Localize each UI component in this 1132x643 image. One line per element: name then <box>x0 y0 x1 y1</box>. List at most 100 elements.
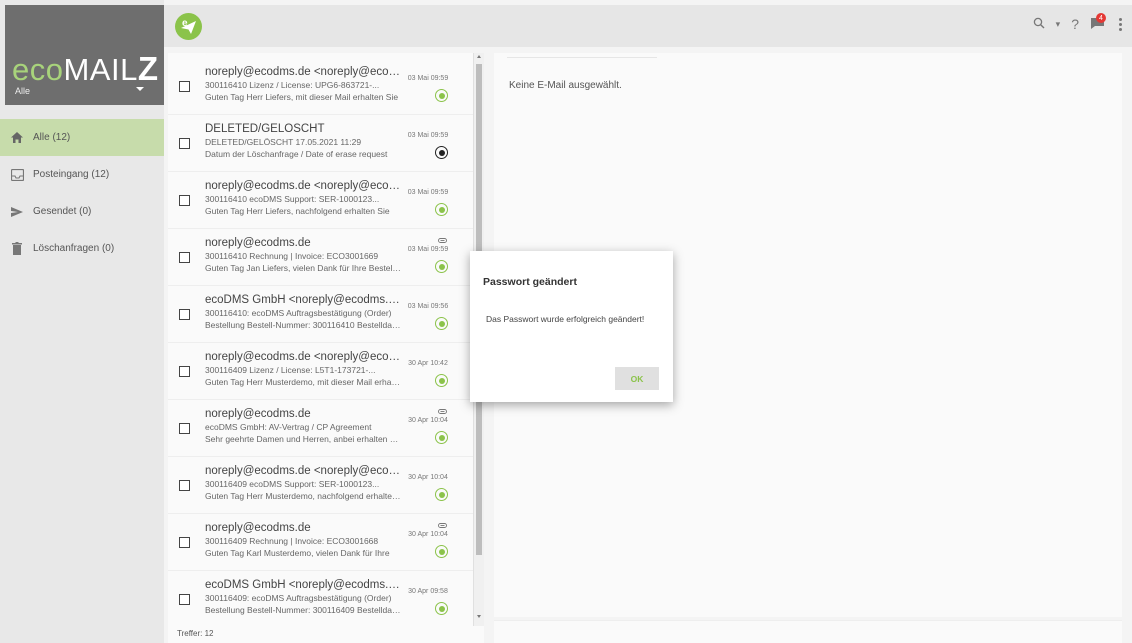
mail-date: 30 Apr 10:42 <box>408 360 448 367</box>
mail-list-item[interactable]: ecoDMS GmbH <noreply@ecodms.de> 300116409… <box>168 566 473 626</box>
mail-sender: noreply@ecodms.de <box>205 408 311 420</box>
home-icon <box>10 131 24 145</box>
ok-button[interactable]: OK <box>615 367 659 390</box>
mail-list-item[interactable]: noreply@ecodms.de 300116410 Rechnung | In… <box>168 224 473 286</box>
hit-count: Treffer: 12 <box>168 626 484 643</box>
mail-subject: 300116409: ecoDMS Auftragsbestätigung (O… <box>205 593 392 603</box>
mail-sender: noreply@ecodms.de <box>205 237 311 249</box>
mail-preview: Guten Tag Herr Liefers, nachfolgend erha… <box>205 206 390 216</box>
mail-subject: DELETED/GELÖSCHT 17.05.2021 11:29 <box>205 137 362 147</box>
mail-status-icon[interactable] <box>435 374 448 387</box>
top-actions: ▾ ? 4 <box>1033 13 1122 32</box>
mail-subject: 300116410 Lizenz / License: UPG6-863721-… <box>205 80 380 90</box>
mail-preview: Guten Tag Herr Liefers, mit dieser Mail … <box>205 92 399 102</box>
empty-detail-message: Keine E-Mail ausgewählt. <box>509 80 622 91</box>
search-icon[interactable] <box>1033 16 1045 32</box>
password-changed-dialog: Passwort geändert Das Passwort wurde erf… <box>470 251 673 402</box>
send-icon <box>10 205 24 219</box>
mail-date: 03 Mai 09:59 <box>407 132 449 139</box>
mail-status-icon[interactable] <box>435 317 448 330</box>
scroll-down-icon[interactable] <box>477 615 481 618</box>
filter-selector-label: Alle <box>15 86 31 96</box>
sidebar-item-label: Gesendet (0) <box>33 206 92 217</box>
mail-list-item[interactable]: noreply@ecodms.de <noreply@ecodms.de> 300… <box>168 452 473 514</box>
mail-list-item[interactable]: noreply@ecodms.de <noreply@ecodms.de> 300… <box>168 53 473 115</box>
mail-status-icon[interactable] <box>435 488 448 501</box>
mail-status-icon[interactable] <box>435 602 448 615</box>
mail-status-icon[interactable] <box>435 89 448 102</box>
brand-logo-box[interactable]: ecoMAILZ Alle <box>5 5 164 105</box>
mail-date: 03 Mai 09:59 <box>407 75 449 82</box>
mail-select-checkbox[interactable] <box>179 195 190 206</box>
mail-preview: Guten Tag Herr Musterdemo, nachfolgend e… <box>205 491 401 501</box>
detail-footer <box>494 620 1122 643</box>
mail-list-item[interactable]: ecoDMS GmbH <noreply@ecodms.de> 300116410… <box>168 281 473 343</box>
mail-list-item[interactable]: DELETED/GELÖSCHT DELETED/GELÖSCHT 17.05.2… <box>168 110 473 172</box>
dropdown-caret-icon[interactable]: ▾ <box>1056 19 1061 30</box>
mail-select-checkbox[interactable] <box>179 81 190 92</box>
more-vert-icon[interactable] <box>1119 17 1122 31</box>
mail-date: 30 Apr 09:58 <box>408 588 448 595</box>
trash-icon <box>10 242 24 256</box>
sidebar-item-alle[interactable]: Alle (12) <box>0 119 164 156</box>
sidebar-item-gesendet[interactable]: Gesendet (0) <box>0 193 164 230</box>
mail-date: 03 Mai 09:56 <box>407 303 449 310</box>
dialog-message: Das Passwort wurde erfolgreich geändert! <box>486 314 645 324</box>
inbox-icon <box>10 168 24 182</box>
mail-list-item[interactable]: noreply@ecodms.de 300116409 Rechnung | In… <box>168 509 473 571</box>
mail-sender: noreply@ecodms.de <noreply@ecodms.de> <box>205 66 401 78</box>
mail-date: 03 Mai 09:59 <box>407 189 449 196</box>
mail-sender: DELETED/GELÖSCHT <box>205 123 325 135</box>
attachment-icon <box>438 523 447 530</box>
mail-sender: noreply@ecodms.de <box>205 522 311 534</box>
mail-status-icon[interactable] <box>435 203 448 216</box>
sidebar-item-loeschanfragen[interactable]: Löschanfragen (0) <box>0 230 164 267</box>
sidebar: ecoMAILZ Alle Alle (12) Posteingang (12)… <box>0 0 164 643</box>
mail-subject: 300116410 Rechnung | Invoice: ECO3001669 <box>205 251 379 261</box>
mail-select-checkbox[interactable] <box>179 480 190 491</box>
sidebar-item-label: Alle (12) <box>33 132 71 143</box>
mail-date: 30 Apr 10:04 <box>408 417 448 424</box>
mail-status-icon[interactable] <box>435 545 448 558</box>
notifications-button[interactable]: 4 <box>1090 13 1106 31</box>
mail-select-checkbox[interactable] <box>179 138 190 149</box>
brand-logo: ecoMAILZ <box>12 50 159 87</box>
mail-preview: Bestellung Bestell-Nummer: 300116410 Bes… <box>205 320 401 330</box>
help-button[interactable]: ? <box>1071 16 1079 32</box>
mail-select-checkbox[interactable] <box>179 423 190 434</box>
mail-subject: 300116409 ecoDMS Support: SER-1000123... <box>205 479 380 489</box>
chevron-down-icon[interactable] <box>136 87 144 91</box>
mail-preview: Guten Tag Jan Liefers, vielen Dank für I… <box>205 263 401 273</box>
sidebar-item-posteingang[interactable]: Posteingang (12) <box>0 156 164 193</box>
scroll-up-icon[interactable] <box>477 55 481 58</box>
mail-date: 03 Mai 09:59 <box>407 246 449 253</box>
mail-select-checkbox[interactable] <box>179 252 190 263</box>
mail-date: 30 Apr 10:04 <box>408 474 448 481</box>
mail-list-item[interactable]: noreply@ecodms.de <noreply@ecodms.de> 300… <box>168 167 473 229</box>
attachment-icon <box>438 409 447 416</box>
mail-status-icon[interactable] <box>435 146 448 159</box>
mail-subject: ecoDMS GmbH: AV-Vertrag / CP Agreement <box>205 422 372 432</box>
mail-date: 30 Apr 10:04 <box>408 531 448 538</box>
top-bar: e ▾ ? 4 <box>164 5 1132 47</box>
sidebar-item-label: Posteingang (12) <box>33 169 110 180</box>
mail-select-checkbox[interactable] <box>179 366 190 377</box>
mail-sender: noreply@ecodms.de <noreply@ecodms.de> <box>205 180 401 192</box>
divider <box>507 57 657 58</box>
sidebar-item-label: Löschanfragen (0) <box>33 243 115 254</box>
mail-preview: Datum der Löschanfrage / Date of erase r… <box>205 149 388 159</box>
dialog-title: Passwort geändert <box>483 276 577 288</box>
mail-select-checkbox[interactable] <box>179 594 190 605</box>
mail-status-icon[interactable] <box>435 431 448 444</box>
mail-select-checkbox[interactable] <box>179 537 190 548</box>
app-logo-icon[interactable]: e <box>175 13 202 40</box>
mail-list-item[interactable]: noreply@ecodms.de <noreply@ecodms.de> 300… <box>168 338 473 400</box>
mail-subject: 300116410: ecoDMS Auftragsbestätigung (O… <box>205 308 392 318</box>
mail-status-icon[interactable] <box>435 260 448 273</box>
mail-select-checkbox[interactable] <box>179 309 190 320</box>
mail-list-item[interactable]: noreply@ecodms.de ecoDMS GmbH: AV-Vertrag… <box>168 395 473 457</box>
attachment-icon <box>438 238 447 245</box>
mail-subject: 300116409 Rechnung | Invoice: ECO3001668 <box>205 536 379 546</box>
svg-text:e: e <box>182 18 188 29</box>
notification-badge: 4 <box>1096 13 1106 23</box>
